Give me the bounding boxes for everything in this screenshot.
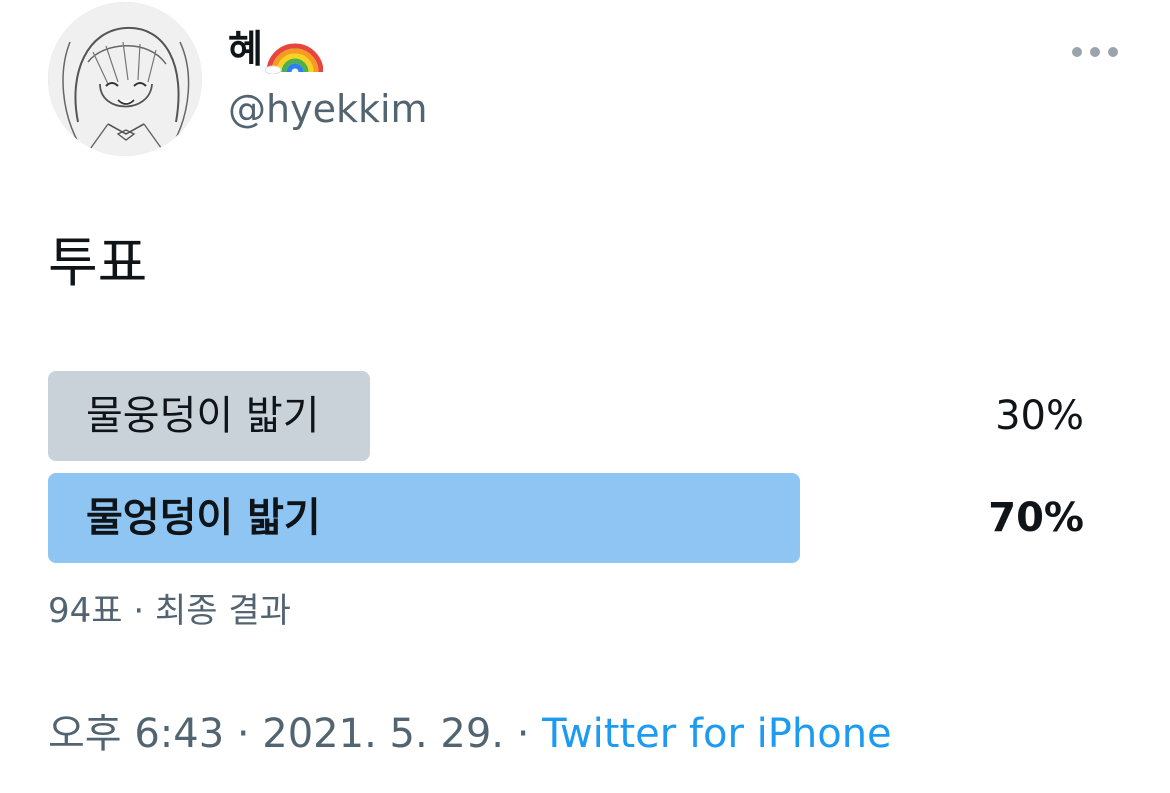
poll-option-leader[interactable]: 물엉덩이 밟기 70% bbox=[48, 473, 1088, 563]
poll-option[interactable]: 물웅덩이 밟기 30% bbox=[48, 371, 1088, 461]
tweet-source-link[interactable]: Twitter for iPhone bbox=[542, 711, 892, 757]
more-horizontal-icon[interactable] bbox=[1072, 38, 1118, 66]
author-handle[interactable]: @hyekkim bbox=[228, 82, 428, 136]
rainbow-icon bbox=[264, 24, 324, 75]
poll-option-label: 물엉덩이 밟기 bbox=[86, 495, 321, 541]
avatar[interactable] bbox=[48, 2, 202, 156]
more-dot bbox=[1072, 47, 1082, 57]
poll-footer: 94표 · 최종 결과 bbox=[48, 591, 291, 631]
author-display-name[interactable]: 혜 bbox=[228, 22, 324, 76]
poll-option-label: 물웅덩이 밟기 bbox=[86, 393, 320, 439]
tweet-timestamp[interactable]: 오후 6:43 · 2021. 5. 29. · bbox=[48, 711, 542, 757]
author-name-text: 혜 bbox=[228, 27, 263, 71]
anime-girl-sketch-avatar bbox=[48, 2, 202, 156]
tweet-text: 투표 bbox=[48, 231, 148, 294]
poll-option-percent: 30% bbox=[995, 393, 1084, 439]
more-dot bbox=[1090, 47, 1100, 57]
more-dot bbox=[1108, 47, 1118, 57]
tweet-meta: 오후 6:43 · 2021. 5. 29. · Twitter for iPh… bbox=[48, 706, 892, 762]
poll-option-percent: 70% bbox=[988, 495, 1084, 541]
